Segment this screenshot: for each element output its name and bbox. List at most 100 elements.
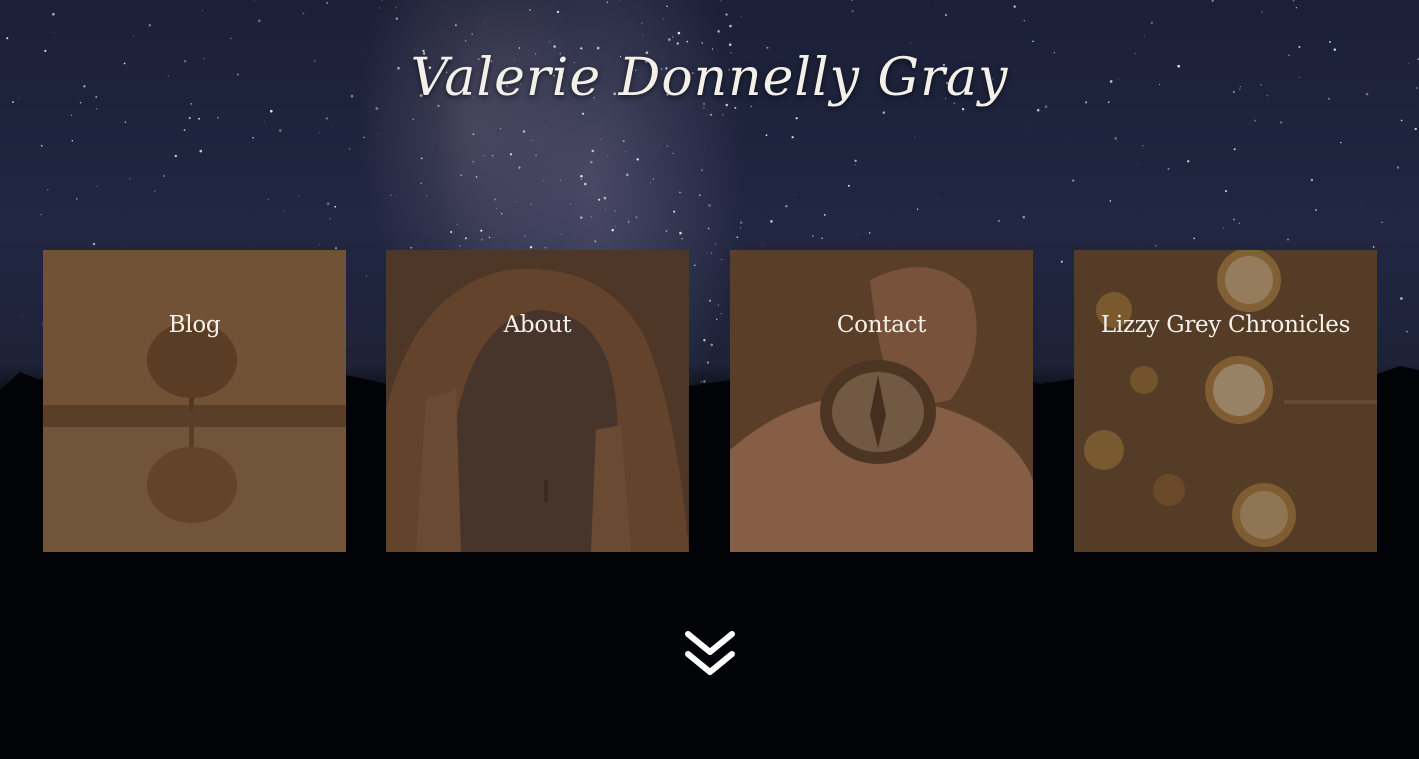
star	[494, 198, 497, 201]
star	[546, 126, 547, 128]
star	[625, 173, 629, 177]
star	[1406, 330, 1408, 333]
star	[765, 134, 768, 137]
star	[40, 214, 42, 216]
star	[708, 204, 711, 207]
star	[729, 24, 732, 28]
star	[665, 230, 668, 232]
star	[728, 43, 732, 47]
star	[740, 221, 743, 224]
star	[363, 136, 365, 139]
star	[821, 237, 823, 239]
star	[717, 30, 720, 33]
star	[605, 148, 606, 150]
site-title[interactable]: Valerie Donnelly Gray	[0, 48, 1419, 108]
star	[1233, 148, 1236, 151]
star	[785, 205, 788, 208]
tile-overlay	[730, 250, 1033, 552]
star	[666, 5, 668, 8]
star	[544, 247, 546, 249]
star	[725, 13, 728, 16]
star	[541, 143, 542, 145]
star	[642, 35, 644, 37]
star	[961, 108, 965, 111]
star	[188, 116, 191, 120]
star	[1114, 136, 1118, 140]
star	[1022, 216, 1025, 219]
star	[1400, 119, 1403, 122]
star	[581, 112, 585, 115]
star	[608, 108, 610, 109]
tile-overlay	[43, 250, 346, 552]
star	[619, 0, 621, 1]
star	[1072, 179, 1075, 182]
star	[1238, 222, 1241, 225]
star	[472, 160, 474, 163]
star	[944, 13, 948, 17]
star	[1222, 227, 1225, 229]
star	[556, 10, 560, 14]
star	[480, 229, 483, 232]
star	[530, 203, 532, 205]
star	[264, 121, 265, 122]
star	[174, 154, 178, 158]
tile-label: About	[503, 312, 572, 338]
star	[606, 1, 609, 4]
star	[252, 136, 254, 139]
star	[607, 155, 608, 157]
star	[652, 178, 655, 180]
star	[183, 129, 186, 131]
star	[426, 194, 428, 197]
star	[580, 175, 583, 178]
star	[584, 182, 587, 186]
star	[672, 152, 674, 154]
star	[627, 221, 630, 223]
star	[1028, 127, 1029, 129]
star	[71, 114, 73, 116]
tile-lizzy-grey-chronicles[interactable]: Lizzy Grey Chronicles	[1074, 250, 1377, 552]
star	[499, 127, 501, 129]
star	[791, 136, 794, 139]
tile-contact[interactable]: Contact	[730, 250, 1033, 552]
star	[491, 154, 494, 157]
star	[76, 198, 78, 200]
star	[475, 176, 478, 178]
star	[201, 10, 203, 12]
star	[21, 316, 22, 317]
star	[591, 149, 595, 153]
star	[124, 121, 127, 123]
star	[659, 145, 661, 147]
star	[1138, 164, 1140, 166]
star	[325, 117, 328, 120]
nav-tiles: Blog About Contact Lizzy Grey Chronicles	[43, 250, 1377, 552]
star	[1310, 178, 1314, 182]
star	[483, 22, 485, 24]
star	[1361, 205, 1362, 207]
star	[1372, 246, 1375, 248]
star	[480, 238, 483, 241]
tile-blog[interactable]: Blog	[43, 250, 346, 552]
star	[488, 236, 491, 239]
double-chevron-down-icon[interactable]	[683, 628, 737, 682]
star	[1248, 122, 1250, 124]
tile-about[interactable]: About	[386, 250, 689, 552]
star	[1142, 145, 1144, 147]
star	[603, 196, 607, 200]
star	[1193, 237, 1196, 240]
star	[720, 0, 722, 2]
star	[740, 16, 742, 17]
star	[673, 210, 676, 213]
star	[410, 246, 413, 249]
star	[1032, 40, 1034, 43]
star	[666, 145, 669, 147]
star	[1329, 41, 1331, 43]
star	[882, 111, 886, 114]
star	[714, 243, 716, 245]
star	[510, 158, 512, 160]
star	[269, 109, 273, 113]
star	[600, 228, 602, 230]
star	[635, 216, 638, 219]
star	[1254, 119, 1256, 122]
star	[390, 194, 392, 197]
star	[460, 174, 462, 177]
